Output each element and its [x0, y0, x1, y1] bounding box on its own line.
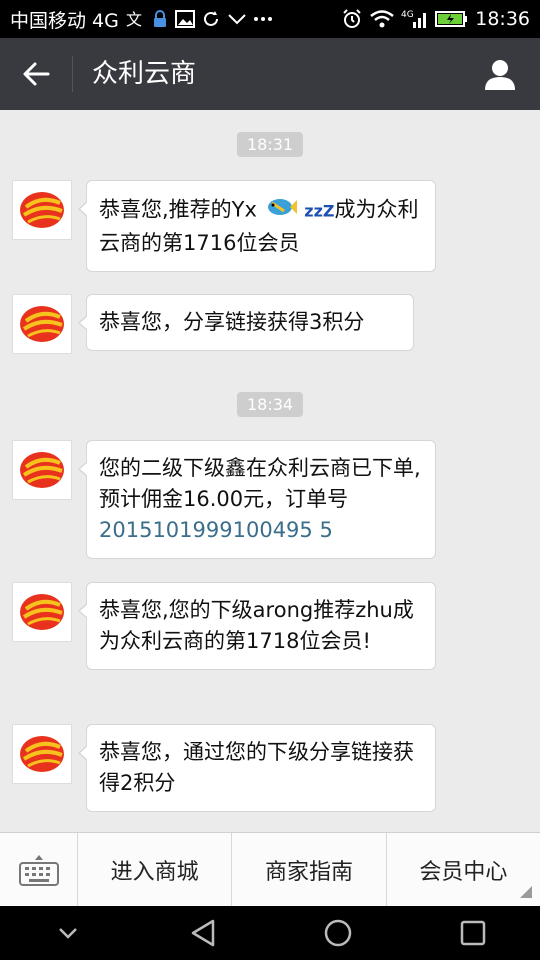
sleep-zzz-text: zzZ: [304, 201, 335, 221]
official-account-menu: 进入商城 商家指南 会员中心: [0, 832, 540, 906]
submenu-indicator-icon: [519, 886, 532, 898]
battery-charging-icon: [435, 10, 469, 28]
timestamp: 18:34: [236, 392, 304, 417]
avatar[interactable]: [12, 582, 72, 642]
chat-area[interactable]: 18:31 恭喜您,推荐的Yx zzZ成为众利云商的第1716位会员 恭喜您，分…: [0, 110, 540, 832]
avatar[interactable]: [12, 294, 72, 354]
keyboard-toggle-button[interactable]: [0, 833, 78, 906]
message-bubble[interactable]: 恭喜您,您的下级arong推荐zhu成为众利云商的第1718位会员!: [78, 582, 436, 670]
alarm-icon: [341, 8, 363, 30]
keyboard-icon: [18, 854, 59, 886]
profile-button[interactable]: [480, 54, 520, 94]
back-triangle-icon: [191, 919, 214, 947]
svg-text:4G: 4G: [401, 10, 414, 20]
brand-logo-icon: [20, 594, 64, 630]
nav-home-button[interactable]: [298, 906, 378, 960]
order-number-link[interactable]: 2015101999100495 5: [99, 518, 333, 542]
back-button[interactable]: [18, 56, 54, 92]
message-bubble[interactable]: 恭喜您,推荐的Yx zzZ成为众利云商的第1716位会员: [78, 180, 436, 272]
avatar[interactable]: [12, 180, 72, 240]
menu-member-center[interactable]: 会员中心: [387, 833, 540, 906]
clock-text: 18:36: [475, 8, 530, 30]
svg-text:文: 文: [126, 10, 142, 28]
recents-square-icon: [460, 920, 485, 946]
header-divider: [72, 56, 73, 92]
image-icon: [174, 10, 195, 28]
arrow-left-icon: [23, 62, 50, 86]
more-dots-icon: [253, 16, 273, 22]
system-nav-bar: [0, 906, 540, 960]
brand-logo-icon: [20, 736, 64, 772]
lock-icon: [151, 9, 169, 29]
person-icon: [485, 60, 515, 90]
sync-icon: [201, 9, 221, 29]
cell-signal-icon: 4G: [401, 8, 429, 30]
nav-hide-button[interactable]: [28, 906, 108, 960]
brand-logo-icon: [20, 306, 64, 342]
brand-logo-icon: [20, 452, 64, 488]
wifi-icon: [369, 9, 395, 29]
message-bubble[interactable]: 您的二级下级鑫在众利云商已下单,预计佣金16.00元，订单号2015101999…: [78, 440, 436, 559]
home-circle-icon: [324, 919, 351, 947]
fish-emoji-icon: [264, 193, 298, 228]
chevron-down-icon: [227, 12, 247, 26]
avatar[interactable]: [12, 440, 72, 500]
avatar[interactable]: [12, 724, 72, 784]
nav-back-button[interactable]: [163, 906, 243, 960]
message-bubble[interactable]: 恭喜您，通过您的下级分享链接获得2积分: [78, 724, 436, 812]
status-bar: 中国移动 4G 文 4G 18:36: [0, 0, 540, 38]
nav-recents-button[interactable]: [433, 906, 513, 960]
message-bubble[interactable]: 恭喜您，分享链接获得3积分: [78, 294, 414, 351]
page-title: 众利云商: [92, 59, 197, 89]
menu-enter-mall[interactable]: 进入商城: [78, 833, 233, 906]
signal-boost-icon: 文: [125, 10, 145, 28]
carrier-text: 中国移动 4G: [10, 9, 119, 32]
timestamp: 18:31: [236, 132, 304, 157]
menu-merchant-guide[interactable]: 商家指南: [232, 833, 387, 906]
chat-header: 众利云商: [0, 38, 540, 110]
chevron-down-icon: [58, 928, 77, 939]
brand-logo-icon: [20, 192, 64, 228]
